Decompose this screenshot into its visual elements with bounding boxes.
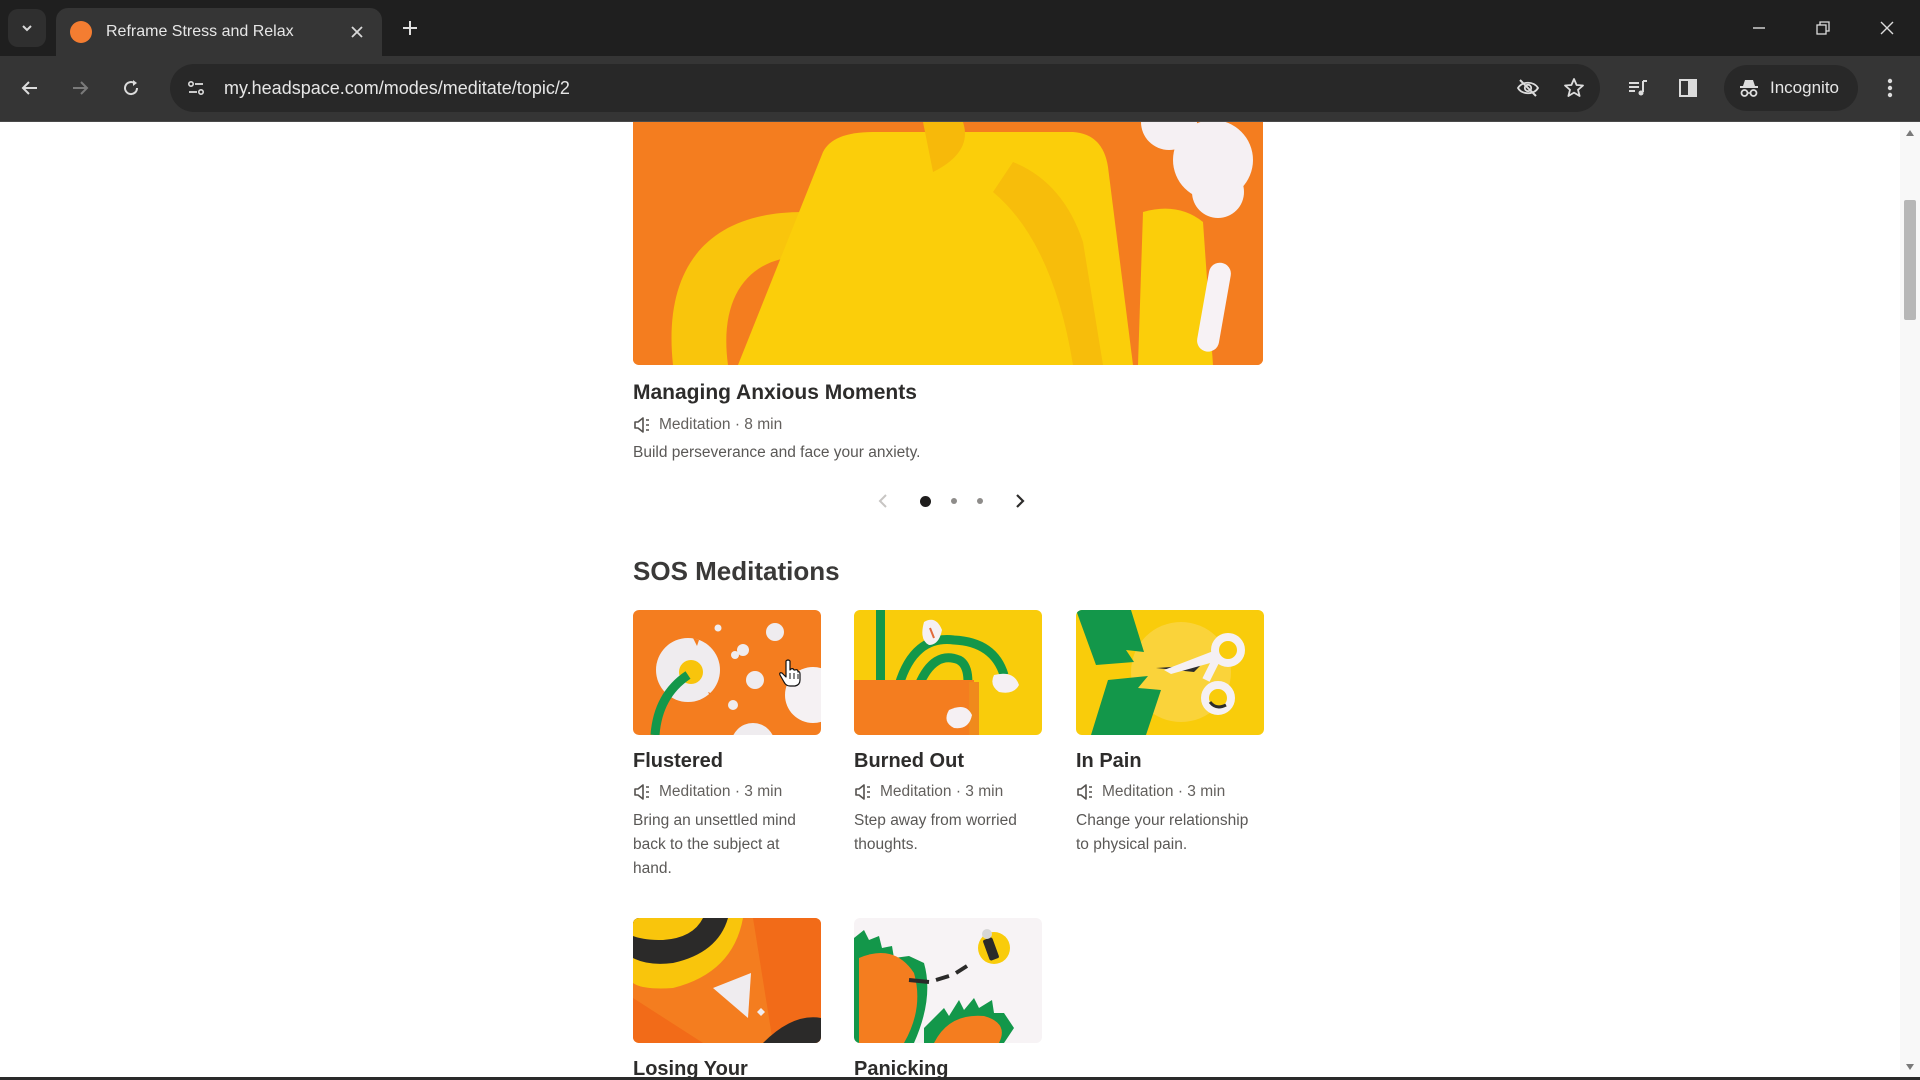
incognito-label: Incognito — [1770, 78, 1839, 97]
card-meta: Meditation · 3 min — [1076, 783, 1264, 801]
tracking-protection-button[interactable] — [1508, 68, 1548, 108]
forward-button[interactable] — [62, 70, 98, 106]
card-description: Change your relationship to physical pai… — [1076, 812, 1249, 853]
card-title[interactable]: In Pain — [1076, 750, 1264, 773]
featured-session-title[interactable]: Managing Anxious Moments — [633, 381, 917, 405]
card-meta-text: Meditation · 3 min — [659, 783, 783, 800]
card-meta: Meditation · 3 min — [633, 783, 821, 801]
card-image[interactable] — [854, 918, 1042, 1043]
minimize-button[interactable] — [1736, 10, 1782, 46]
media-queue-icon — [1629, 80, 1647, 96]
restore-button[interactable] — [1800, 10, 1846, 46]
carousel-prev-button[interactable] — [870, 488, 896, 514]
card-meta-text: Meditation · 3 min — [880, 783, 1004, 800]
tab-list-button[interactable] — [8, 9, 46, 47]
card-title[interactable]: Flustered — [633, 750, 821, 773]
side-panel-icon — [1679, 79, 1697, 97]
page-scrollbar[interactable] — [1900, 122, 1920, 1078]
new-tab-button[interactable] — [396, 14, 424, 42]
eye-off-icon — [1516, 79, 1540, 97]
featured-carousel-pagination — [870, 488, 1033, 514]
featured-meta-text: Meditation · 8 min — [659, 416, 783, 433]
url-text[interactable]: my.headspace.com/modes/meditate/topic/2 — [224, 78, 1508, 99]
scissors-tape-illustration — [1076, 610, 1264, 735]
card-description: Step away from worried thoughts. — [854, 812, 1017, 853]
chevron-down-icon — [22, 25, 32, 32]
tune-icon — [187, 80, 205, 96]
scroll-down-button[interactable] — [1900, 1058, 1920, 1076]
carousel-dot-1[interactable] — [920, 495, 931, 507]
minimize-icon — [1753, 27, 1765, 29]
card-meta-text: Meditation · 3 min — [1102, 783, 1226, 800]
session-card-burned-out[interactable]: Burned Out Meditation · 3 min Step away … — [854, 610, 1042, 857]
media-controls-button[interactable] — [1620, 70, 1656, 106]
session-card-flustered[interactable]: Flustered Meditation · 3 min Bring an un… — [633, 610, 821, 881]
featured-session-meta: Meditation · 8 min — [633, 416, 782, 434]
card-image[interactable] — [854, 610, 1042, 735]
audio-speaker-icon — [633, 784, 651, 800]
back-button[interactable] — [12, 70, 48, 106]
headspace-favicon-icon — [70, 21, 92, 43]
arrow-right-icon — [73, 81, 89, 95]
session-card-in-pain[interactable]: In Pain Meditation · 3 min Change your r… — [1076, 610, 1264, 857]
card-image[interactable] — [1076, 610, 1264, 735]
featured-session-image[interactable] — [633, 122, 1263, 365]
more-vert-icon — [1887, 78, 1893, 98]
star-icon — [1564, 78, 1584, 97]
chevron-right-icon — [1016, 494, 1025, 508]
audio-speaker-icon — [1076, 784, 1094, 800]
hand-pointer-cursor-icon — [779, 659, 801, 687]
close-window-button[interactable] — [1864, 10, 1910, 46]
site-info-button[interactable] — [176, 68, 216, 108]
arrow-left-icon — [21, 81, 37, 95]
drooping-plant-illustration — [854, 610, 1042, 735]
browser-menu-button[interactable] — [1872, 70, 1908, 106]
browser-toolbar: my.headspace.com/modes/meditate/topic/2 … — [0, 56, 1920, 122]
card-meta: Meditation · 3 min — [854, 783, 1042, 801]
carousel-dot-3[interactable] — [977, 498, 983, 504]
address-bar[interactable]: my.headspace.com/modes/meditate/topic/2 — [170, 64, 1600, 112]
restore-icon — [1816, 21, 1830, 35]
audio-speaker-icon — [633, 417, 651, 433]
side-panel-button[interactable] — [1670, 70, 1706, 106]
incognito-icon — [1740, 80, 1758, 97]
scrollbar-thumb[interactable] — [1904, 200, 1916, 320]
card-title[interactable]: Panicking — [854, 1058, 1042, 1078]
triangle-up-icon — [1906, 130, 1914, 136]
tab-title: Reframe Stress and Relax — [106, 23, 294, 40]
close-icon — [351, 26, 363, 38]
reload-icon — [124, 80, 139, 96]
browser-tab[interactable]: Reframe Stress and Relax — [56, 8, 382, 56]
session-card-losing-your[interactable]: Losing Your — [633, 918, 821, 1078]
featured-session-description: Build perseverance and face your anxiety… — [633, 444, 921, 461]
carousel-dot-2[interactable] — [951, 498, 957, 504]
session-card-panicking[interactable]: Panicking — [854, 918, 1042, 1078]
page-viewport: Managing Anxious Moments Meditation · 8 … — [0, 122, 1900, 1078]
incognito-profile-button[interactable]: Incognito — [1724, 65, 1858, 111]
close-tab-button[interactable] — [346, 21, 368, 43]
browser-tab-bar: Reframe Stress and Relax — [0, 0, 1920, 56]
plus-icon — [403, 21, 417, 35]
venus-flytrap-illustration — [854, 918, 1042, 1043]
card-title[interactable]: Burned Out — [854, 750, 1042, 773]
card-title[interactable]: Losing Your — [633, 1058, 821, 1078]
card-description: Bring an unsettled mind back to the subj… — [633, 812, 796, 877]
triangle-down-icon — [1906, 1064, 1914, 1070]
sos-meditations-heading: SOS Meditations — [633, 556, 840, 586]
close-icon — [1880, 21, 1894, 35]
scroll-up-button[interactable] — [1900, 124, 1920, 142]
reload-button[interactable] — [113, 70, 149, 106]
card-image[interactable] — [633, 918, 821, 1043]
watering-can-illustration — [633, 122, 1263, 365]
bookmark-button[interactable] — [1554, 68, 1594, 108]
rays-illustration — [633, 918, 821, 1043]
carousel-next-button[interactable] — [1007, 488, 1033, 514]
chevron-left-icon — [878, 494, 887, 508]
audio-speaker-icon — [854, 784, 872, 800]
